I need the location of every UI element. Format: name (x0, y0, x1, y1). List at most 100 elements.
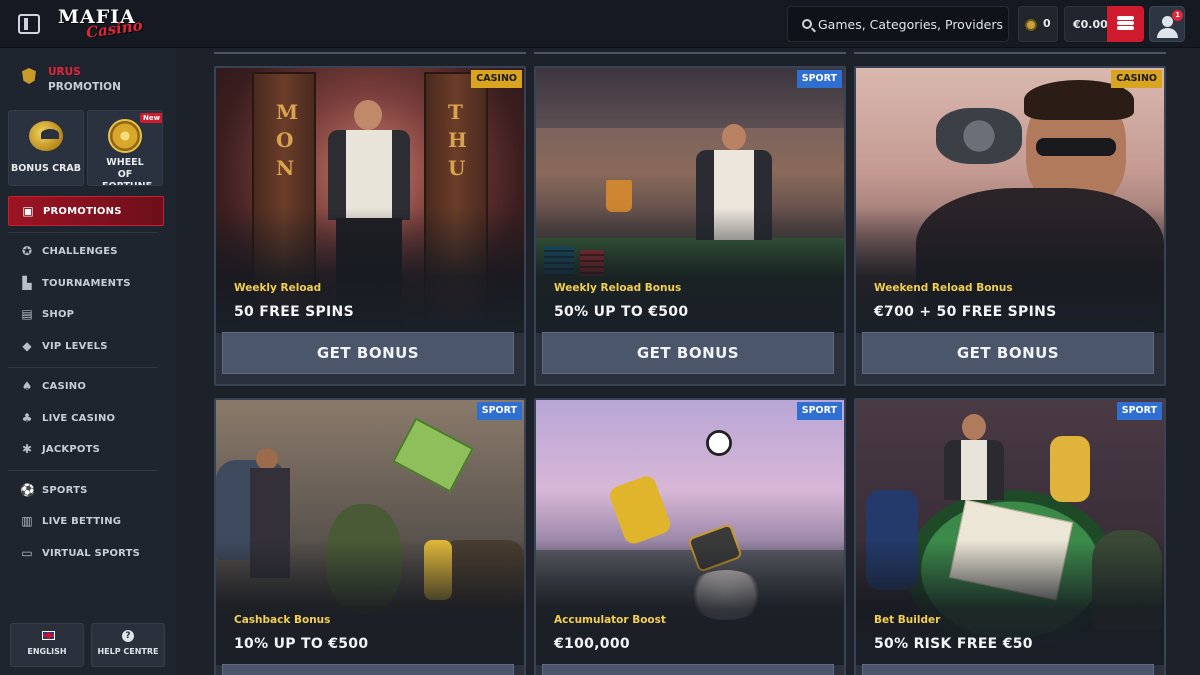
wheel-icon (108, 119, 142, 153)
category-tag: SPORT (796, 402, 842, 420)
monitor-icon: ▭ (21, 546, 33, 560)
promo-subtitle: Accumulator Boost (554, 614, 666, 626)
sidebar-item-label: SHOP (42, 309, 75, 320)
sidebar-toggle-icon[interactable] (18, 14, 40, 34)
promo-subtitle: Weekend Reload Bonus (874, 282, 1013, 294)
language-button[interactable]: ENGLISH (10, 623, 84, 667)
promo-title: 50% RISK FREE €50 (874, 636, 1033, 652)
get-bonus-button[interactable] (542, 664, 834, 675)
sidebar-item-label: VIRTUAL SPORTS (42, 548, 141, 559)
search-box[interactable] (787, 6, 1009, 42)
deposit-button[interactable] (1107, 6, 1144, 42)
sidebar-item-label: LIVE BETTING (42, 516, 122, 527)
promo-card[interactable]: SPORT Bet Builder 50% RISK FREE €50 (854, 398, 1166, 675)
promo-card[interactable]: SPORT Accumulator Boost €100,000 (534, 398, 846, 675)
promo-subtitle: Weekly Reload (234, 282, 322, 294)
get-bonus-button[interactable] (222, 664, 514, 675)
category-tag: SPORT (476, 402, 522, 420)
coins-counter[interactable]: 0 (1018, 6, 1058, 42)
gear-icon: ✱ (21, 442, 33, 456)
sidebar-item-shop[interactable]: ▤ SHOP (8, 300, 164, 330)
user-icon (1162, 16, 1173, 27)
sidebar-item-sports[interactable]: ⚽ SPORTS (8, 476, 164, 506)
promo-card[interactable]: SPORT Cashback Bonus 10% UP TO €500 (214, 398, 526, 675)
profile-button[interactable]: 1 (1149, 6, 1185, 42)
sidebar-item-promotions[interactable]: ▣ PROMOTIONS (8, 196, 164, 226)
door-left-text: MON (276, 100, 299, 180)
sidebar-item-label: TOURNAMENTS (42, 278, 131, 289)
sidebar-item-jackpots[interactable]: ✱ JACKPOTS (8, 435, 164, 465)
urus-subtitle: PROMOTION (48, 81, 121, 93)
promo-title: €100,000 (554, 636, 630, 652)
sidebar-item-vip-levels[interactable]: ◆ VIP LEVELS (8, 332, 164, 362)
get-bonus-button[interactable]: GET BONUS (222, 332, 514, 374)
bonus-crab-tile[interactable]: BONUS CRAB (8, 110, 84, 186)
get-bonus-button[interactable] (862, 664, 1154, 675)
promo-card[interactable]: CASINO Weekend Reload Bonus €700 + 50 FR… (854, 66, 1166, 386)
door-right-text: THU (448, 100, 467, 180)
coin-count: 0 (1043, 17, 1051, 30)
sidebar-item-live-betting[interactable]: ▥ LIVE BETTING (8, 507, 164, 537)
promo-title: 50% UP TO €500 (554, 304, 689, 320)
promo-subtitle: Weekly Reload Bonus (554, 282, 682, 294)
crab-coin-icon (29, 121, 63, 151)
help-centre-button[interactable]: ? HELP CENTRE (91, 623, 165, 667)
user-icon-body (1157, 28, 1178, 38)
sidebar-item-label: SPORTS (42, 485, 88, 496)
badge-icon: ✪ (21, 244, 33, 258)
promo-title: 50 FREE SPINS (234, 304, 354, 320)
balance-amount: €0.00 (1073, 18, 1108, 31)
promo-card[interactable]: SPORT Weekly Reload Bonus 50% UP TO €500… (534, 66, 846, 386)
new-badge: New (140, 113, 162, 123)
wheel-of-fortune-tile[interactable]: New WHEEL OF FORTUNE (87, 110, 163, 186)
previous-card-edge (854, 48, 1166, 54)
stats-icon: ▥ (21, 514, 33, 528)
sidebar-item-challenges[interactable]: ✪ CHALLENGES (8, 237, 164, 267)
spade-icon: ♠ (21, 379, 33, 393)
sidebar-item-label: LIVE CASINO (42, 413, 116, 424)
category-tag: CASINO (471, 70, 522, 88)
previous-card-edge (534, 48, 846, 54)
category-tag: SPORT (1116, 402, 1162, 420)
sidebar-item-label: CHALLENGES (42, 246, 118, 257)
coin-stack-icon (1117, 16, 1134, 31)
sidebar-item-virtual-sports[interactable]: ▭ VIRTUAL SPORTS (8, 539, 164, 569)
urus-title: URUS (48, 66, 81, 78)
coin-icon (1025, 19, 1037, 31)
divider (8, 232, 158, 233)
bonus-crab-label: BONUS CRAB (10, 163, 81, 174)
category-tag: SPORT (796, 70, 842, 88)
podium-icon: ▙ (22, 276, 32, 290)
sidebar-item-tournaments[interactable]: ▙ TOURNAMENTS (8, 269, 164, 299)
diamond-icon: ◆ (22, 339, 32, 353)
top-header: MAFIA Casino 0 €0.00 1 (0, 0, 1200, 48)
uk-flag-icon (42, 631, 55, 640)
promo-subtitle: Bet Builder (874, 614, 941, 626)
mafia-casino-logo[interactable]: MAFIA Casino (58, 6, 144, 42)
category-tag: CASINO (1111, 70, 1162, 88)
promo-card[interactable]: MON THU CASINO Weekly Reload 50 FREE SPI… (214, 66, 526, 386)
sidebar: URUS PROMOTION BONUS CRAB New WHEEL OF F… (0, 48, 176, 675)
gift-icon: ▣ (22, 204, 34, 218)
football-icon: ⚽ (20, 483, 35, 497)
shop-icon: ▤ (21, 307, 33, 321)
help-centre-label: HELP CENTRE (97, 647, 159, 656)
search-icon (802, 19, 812, 29)
urus-promotion-link[interactable]: URUS PROMOTION (10, 62, 166, 98)
get-bonus-button[interactable]: GET BONUS (862, 332, 1154, 374)
promo-subtitle: Cashback Bonus (234, 614, 331, 626)
sidebar-item-casino[interactable]: ♠ CASINO (8, 372, 164, 402)
promo-title: €700 + 50 FREE SPINS (874, 304, 1057, 320)
divider (8, 367, 158, 368)
club-icon: ♣ (21, 411, 33, 425)
notification-badge: 1 (1172, 10, 1183, 21)
help-icon: ? (122, 630, 134, 642)
get-bonus-button[interactable]: GET BONUS (542, 332, 834, 374)
sidebar-item-label: PROMOTIONS (43, 206, 122, 217)
sidebar-item-live-casino[interactable]: ♣ LIVE CASINO (8, 404, 164, 434)
divider (8, 470, 158, 471)
language-label: ENGLISH (27, 647, 67, 656)
promo-title: 10% UP TO €500 (234, 636, 369, 652)
search-input[interactable] (818, 7, 1004, 41)
sidebar-item-label: CASINO (42, 381, 87, 392)
